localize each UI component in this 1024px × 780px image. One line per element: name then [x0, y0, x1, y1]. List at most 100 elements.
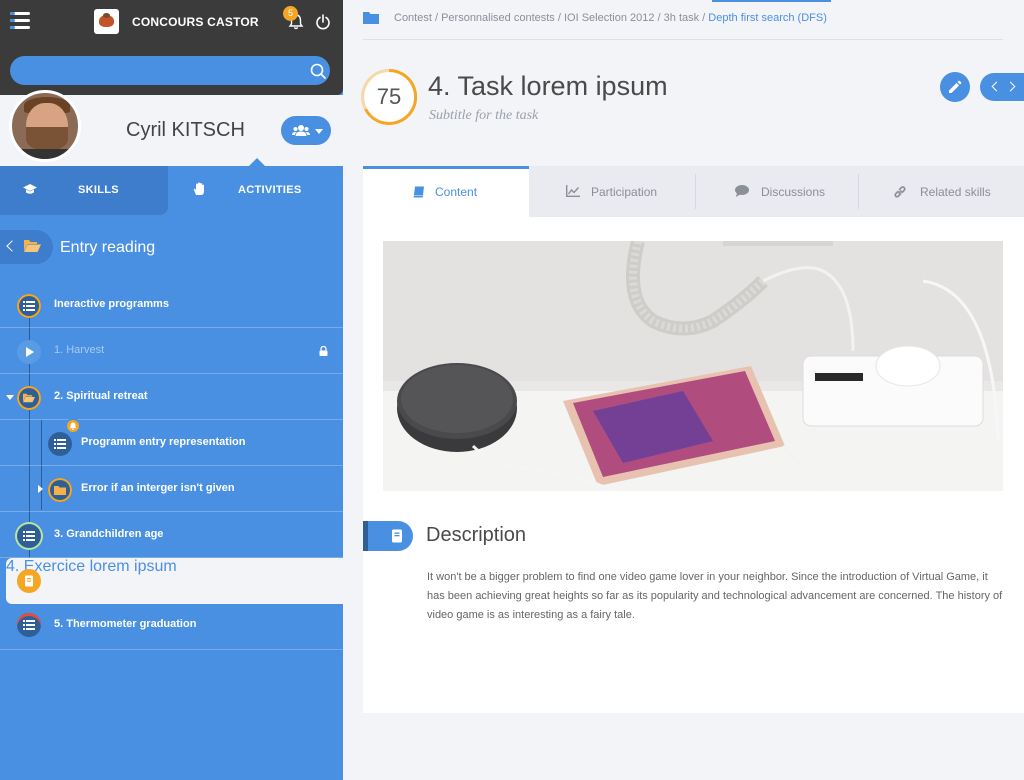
user-name: Cyril KITSCH	[126, 119, 245, 141]
lock-icon	[319, 346, 328, 356]
main-content: Contest / Personnalised contests / IOI S…	[343, 0, 1024, 780]
hand-icon	[193, 182, 204, 195]
task-navigation	[980, 73, 1024, 101]
tab-content[interactable]: Content	[363, 166, 529, 217]
description-tab	[363, 521, 413, 551]
sidebar-tabs: SKILLS ACTIVITIES	[0, 158, 343, 215]
book-icon	[25, 575, 33, 587]
sidebar: CONCOURS CASTOR 5 Cyril KITSCH SKILLS AC…	[0, 0, 343, 780]
link-icon	[894, 186, 906, 198]
app-name: CONCOURS CASTOR	[132, 15, 259, 29]
tab-skills-label: SKILLS	[78, 184, 119, 196]
breadcrumb-current[interactable]: Depth first search (DFS)	[708, 12, 827, 24]
list-item-label: Programm entry representation	[81, 436, 246, 448]
search-icon[interactable]	[310, 63, 326, 79]
list-icon	[54, 439, 66, 449]
list-item-label: 2. Spiritual retreat	[54, 390, 148, 402]
caret-right-icon[interactable]	[38, 485, 43, 493]
list-item[interactable]: Error if an interger isn't given	[0, 466, 343, 512]
back-button[interactable]	[0, 230, 53, 264]
chevron-down-icon	[315, 129, 323, 134]
list-item[interactable]: 1. Harvest	[0, 328, 343, 374]
tab-label: Related skills	[920, 185, 991, 199]
list-node	[17, 340, 41, 364]
caret-down-icon[interactable]	[6, 395, 14, 400]
avatar[interactable]	[9, 90, 81, 162]
hero-image	[383, 241, 1003, 491]
user-profile: Cyril KITSCH	[0, 90, 343, 166]
task-score: 75	[376, 84, 402, 109]
section-title: Entry reading	[60, 239, 156, 256]
page-title: 4. Task lorem ipsum	[428, 71, 668, 101]
group-menu-button[interactable]	[281, 116, 331, 145]
list-item-label: 1. Harvest	[54, 344, 105, 356]
section-header: Entry reading	[0, 230, 343, 270]
list-item-label: Error if an interger isn't given	[81, 482, 235, 494]
castor-logo	[94, 9, 119, 34]
sidebar-lower: 5. Thermometer graduation	[0, 604, 343, 780]
play-icon	[26, 347, 34, 357]
breadcrumb-indicator	[712, 0, 831, 2]
description-title: Description	[426, 524, 527, 546]
book-icon	[392, 529, 402, 543]
notification-badge: 5	[283, 6, 298, 21]
description-text: It won't be a bigger problem to find one…	[427, 571, 1003, 621]
list-node	[17, 613, 41, 637]
tab-label: Discussions	[761, 185, 826, 199]
list-item-active[interactable]: 4. Exercice lorem ipsum	[6, 558, 343, 604]
tab-skills[interactable]: SKILLS	[0, 166, 168, 215]
power-icon[interactable]	[315, 14, 331, 30]
tab-activities[interactable]: ACTIVITIES	[168, 158, 343, 215]
search-bar	[10, 56, 330, 85]
tab-participation[interactable]: Participation	[529, 166, 695, 217]
list-node	[48, 478, 72, 502]
folder-open-icon	[23, 393, 35, 403]
breadcrumb-path[interactable]: Contest / Personnalised contests / IOI S…	[394, 12, 827, 24]
notification-dot	[65, 418, 81, 434]
folder-open-icon	[24, 240, 41, 252]
list-item-label: 3. Grandchildren age	[54, 528, 164, 540]
search-input[interactable]	[20, 56, 300, 85]
pencil-icon	[949, 80, 962, 93]
list-item-label: 4. Exercice lorem ipsum	[6, 558, 177, 575]
tab-label: Content	[435, 185, 478, 199]
content-panel: Description It won't be a bigger problem…	[363, 217, 1024, 713]
folder-icon[interactable]	[363, 12, 379, 24]
content-tabs: Content Participation Discussions Relate…	[363, 166, 1024, 217]
top-bar: CONCOURS CASTOR 5	[0, 0, 343, 95]
list-item[interactable]: 2. Spiritual retreat	[0, 374, 343, 420]
list-icon	[23, 620, 35, 630]
list-item[interactable]: Ineractive programms	[0, 282, 343, 328]
edit-button[interactable]	[940, 72, 970, 102]
menu-icon[interactable]	[10, 12, 30, 30]
page-subtitle: Subtitle for the task	[429, 108, 539, 123]
list-node	[17, 524, 41, 548]
list-node	[48, 432, 72, 456]
list-item[interactable]: 5. Thermometer graduation	[0, 604, 343, 650]
list-item-label: Ineractive programms	[54, 298, 169, 310]
list-item[interactable]: 3. Grandchildren age	[0, 512, 343, 558]
previous-arrow-icon[interactable]	[991, 81, 1002, 92]
list-node	[17, 386, 41, 410]
list-node	[17, 294, 41, 318]
comment-icon	[735, 185, 749, 197]
tab-activities-label: ACTIVITIES	[238, 184, 302, 196]
list-icon	[23, 301, 35, 311]
next-arrow-icon[interactable]	[1005, 81, 1016, 92]
breadcrumb: Contest / Personnalised contests / IOI S…	[363, 12, 1003, 40]
book-icon	[413, 186, 424, 198]
list-icon	[23, 531, 35, 541]
tab-label: Participation	[591, 185, 658, 199]
list-node	[17, 569, 41, 593]
breadcrumb-links[interactable]: Contest / Personnalised contests / IOI S…	[394, 12, 708, 24]
tab-related-skills[interactable]: Related skills	[859, 166, 1024, 217]
bell-icon	[69, 422, 77, 430]
line-chart-icon	[566, 185, 580, 197]
users-icon	[292, 125, 310, 136]
graduation-cap-icon	[23, 184, 37, 194]
list-item[interactable]: Programm entry representation	[0, 420, 343, 466]
folder-icon	[54, 486, 66, 495]
list-item-label: 5. Thermometer graduation	[54, 618, 197, 630]
tab-discussions[interactable]: Discussions	[696, 166, 858, 217]
chevron-left-icon	[6, 240, 18, 252]
